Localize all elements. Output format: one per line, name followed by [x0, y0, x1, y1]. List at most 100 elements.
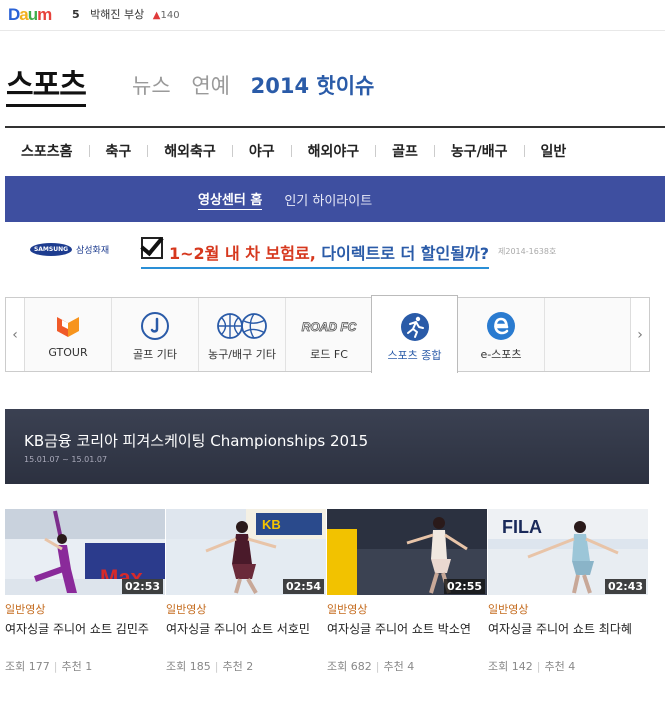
nav-divider	[523, 145, 525, 157]
category-basketball-volleyball-etc[interactable]: 농구/배구 기타	[199, 298, 286, 371]
nav-golf[interactable]: 골프	[392, 141, 418, 161]
nav-divider	[147, 145, 149, 157]
daum-logo[interactable]: Daum	[8, 5, 52, 25]
issue-change: 140	[160, 10, 180, 21]
ad-note: 제2014-1638호	[498, 247, 557, 256]
nav-soccer[interactable]: 축구	[106, 141, 132, 161]
gtour-icon	[57, 317, 79, 337]
event-date: 15.01.07 ~ 15.01.07	[24, 455, 108, 464]
category-label: 농구/배구 기타	[208, 348, 276, 361]
video-duration: 02:55	[443, 579, 485, 594]
esports-icon	[487, 312, 515, 340]
video-views: 조회 682	[327, 660, 372, 673]
event-title: KB금융 코리아 피겨스케이팅 Championships 2015	[24, 432, 369, 450]
news-link[interactable]: 뉴스	[132, 74, 171, 98]
video-stats: 조회 185 | 추천 2	[166, 660, 254, 673]
chevron-right-icon: ›	[637, 326, 643, 343]
category-gtour[interactable]: GTOUR	[25, 298, 112, 371]
video-card[interactable]: KB 02:54 일반영상 여자싱글 주니어 쇼트 서호민 조회 185 | 추천 …	[166, 509, 326, 673]
video-duration: 02:43	[604, 579, 646, 594]
video-card[interactable]: 02:55 일반영상 여자싱글 주니어 쇼트 박소연 조회 682 | 추천 4	[327, 509, 487, 673]
nav-baseball[interactable]: 야구	[249, 141, 275, 161]
video-title[interactable]: 여자싱글 주니어 쇼트 김민주	[5, 621, 165, 637]
video-duration: 02:54	[282, 579, 324, 594]
category-label: e-스포츠	[480, 348, 522, 361]
carousel-next-button[interactable]: ›	[630, 298, 649, 371]
category-carousel: ‹ GTOUR 골프 기타 농구/배구 기타 ROAD FC 로드 FC 스포츠…	[5, 295, 650, 373]
video-title[interactable]: 여자싱글 주니어 쇼트 서호민	[166, 621, 326, 637]
entertainment-link[interactable]: 연예	[191, 74, 230, 98]
hot-issue-link[interactable]: 2014 핫이슈	[251, 74, 375, 98]
category-label: 로드 FC	[310, 348, 348, 361]
nav-divider	[88, 145, 90, 157]
golf-icon	[141, 312, 169, 340]
nav-divider	[290, 145, 292, 157]
video-recommend: 추천 4	[544, 660, 576, 673]
page: Daum 5 박해진 부상 ▲140 스포츠 뉴스 연예 2014 핫이슈 스포…	[0, 0, 665, 710]
category-golf-etc[interactable]: 골프 기타	[112, 298, 199, 371]
category-esports[interactable]: e-스포츠	[458, 298, 545, 371]
roadfc-logo-text: ROAD FC	[302, 320, 357, 334]
video-views: 조회 177	[5, 660, 50, 673]
category-label: 스포츠 종합	[387, 349, 442, 362]
video-stats: 조회 142 | 추천 4	[488, 660, 576, 673]
popular-highlights-link[interactable]: 인기 하이라이트	[284, 190, 372, 209]
video-thumbnail[interactable]: FILA 02:43	[488, 509, 648, 595]
chevron-left-icon: ‹	[12, 326, 18, 343]
video-title[interactable]: 여자싱글 주니어 쇼트 최다혜	[488, 621, 648, 637]
nav-sports-home[interactable]: 스포츠홈	[21, 141, 73, 161]
video-thumbnail[interactable]: Max 02:53	[5, 509, 165, 595]
video-stats: 조회 682 | 추천 4	[327, 660, 415, 673]
video-views: 조회 185	[166, 660, 211, 673]
ad-headline-red: 1~2월 내 차 보험료,	[169, 244, 316, 263]
video-category[interactable]: 일반영상	[5, 601, 45, 617]
video-recommend: 추천 2	[222, 660, 254, 673]
nav-world-soccer[interactable]: 해외축구	[164, 141, 216, 161]
carousel-prev-button[interactable]: ‹	[6, 298, 25, 371]
video-views: 조회 142	[488, 660, 533, 673]
nav-divider	[375, 145, 377, 157]
nav-general[interactable]: 일반	[541, 141, 567, 161]
roadfc-icon: ROAD FC	[301, 320, 357, 335]
nav-world-baseball[interactable]: 해외야구	[308, 141, 360, 161]
video-center-home-link[interactable]: 영상센터 홈	[198, 189, 263, 210]
ad-headline-blue: 다이렉트로 더 할인될까?	[315, 244, 489, 263]
page-title[interactable]: 스포츠	[6, 60, 87, 107]
video-thumbnail[interactable]: 02:55	[327, 509, 487, 595]
video-recommend: 추천 1	[61, 660, 93, 673]
nav-basketball-volleyball[interactable]: 농구/배구	[451, 141, 508, 161]
top-bar: Daum 5 박해진 부상 ▲140	[0, 0, 665, 31]
ad-banner[interactable]: SAMSUNG 삼성화재 1~2월 내 차 보험료, 다이렉트로 더 할인될까?…	[5, 226, 665, 278]
video-title[interactable]: 여자싱글 주니어 쇼트 박소연	[327, 621, 487, 637]
svg-text:FILA: FILA	[502, 517, 542, 537]
event-banner[interactable]: KB금융 코리아 피겨스케이팅 Championships 2015 15.01…	[5, 409, 649, 484]
video-category[interactable]: 일반영상	[488, 601, 528, 617]
category-label: GTOUR	[48, 346, 88, 359]
video-card[interactable]: FILA 02:43 일반영상 여자싱글 주니어 쇼트 최다혜 조회 142 | 추…	[488, 509, 648, 673]
nav-divider	[433, 145, 435, 157]
video-category[interactable]: 일반영상	[327, 601, 367, 617]
ad-brand: 삼성화재	[76, 246, 110, 256]
issue-title: 박해진 부상	[90, 8, 145, 21]
ball-icon	[217, 313, 267, 339]
nav-divider	[231, 145, 233, 157]
video-stats: 조회 177 | 추천 1	[5, 660, 93, 673]
video-duration: 02:53	[121, 579, 163, 594]
video-subnav: 영상센터 홈 인기 하이라이트	[5, 176, 665, 222]
category-label: 골프 기타	[133, 348, 177, 361]
ad-headline: 1~2월 내 차 보험료, 다이렉트로 더 할인될까?	[141, 240, 489, 269]
samsung-fire-logo: SAMSUNG 삼성화재	[30, 243, 109, 256]
category-road-fc[interactable]: ROAD FC 로드 FC	[286, 298, 373, 371]
video-recommend: 추천 4	[383, 660, 415, 673]
realtime-issue[interactable]: 5 박해진 부상 ▲140	[72, 6, 180, 22]
svg-text:KB: KB	[262, 517, 281, 532]
runner-icon	[400, 313, 429, 341]
video-thumbnail[interactable]: KB 02:54	[166, 509, 326, 595]
video-card[interactable]: Max 02:53 일반영상 여자싱글 주니어 쇼트 김민주 조회 177 | 추천…	[5, 509, 165, 673]
issue-rank: 5	[72, 8, 80, 21]
category-sports-general[interactable]: 스포츠 종합	[371, 295, 458, 373]
samsung-logo-oval: SAMSUNG	[30, 243, 72, 256]
video-category[interactable]: 일반영상	[166, 601, 206, 617]
header-links: 뉴스 연예 2014 핫이슈	[132, 70, 388, 100]
checkbox-icon	[141, 237, 163, 259]
